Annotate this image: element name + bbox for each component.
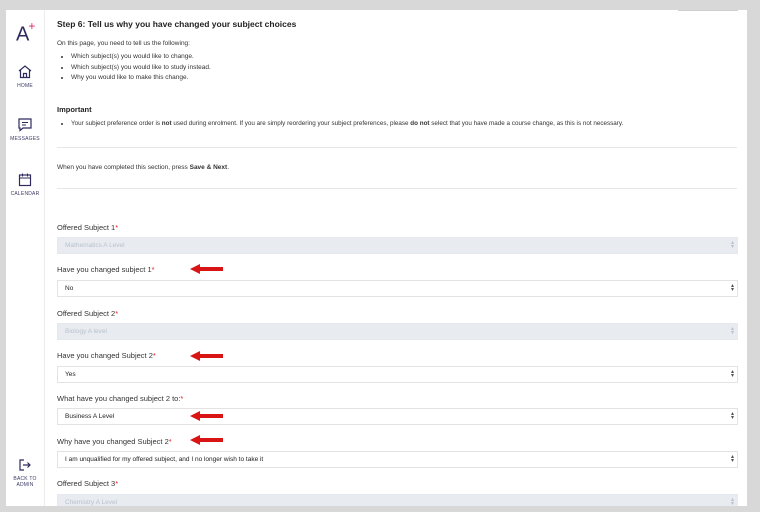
annotation-arrow-icon — [190, 351, 223, 361]
list-item: Which subject(s) you would like to study… — [71, 63, 211, 74]
sidebar-item-messages[interactable]: MESSAGES — [6, 117, 44, 142]
offered-subject-2-label: Offered Subject 2* — [57, 309, 119, 318]
app-logo[interactable]: A+ — [16, 19, 36, 47]
important-heading: Important — [57, 105, 92, 114]
annotation-arrow-icon — [190, 435, 223, 445]
sidebar-item-label: BACK TO ADMIN — [13, 476, 37, 488]
select-caret-icon: ▴ ▾ — [730, 454, 734, 464]
important-note: Your subject preference order is not use… — [71, 120, 623, 127]
offered-subject-1-select: Mathematics A Level ▴ ▾ — [57, 237, 738, 254]
divider — [57, 147, 737, 148]
select-caret-icon: ▴ ▾ — [730, 369, 734, 379]
page-title: Step 6: Tell us why you have changed you… — [57, 19, 297, 29]
requirements-list: Which subject(s) you would like to chang… — [61, 52, 211, 84]
offered-subject-3-select: Chemistry A Level ▴ ▾ — [57, 494, 738, 506]
annotation-arrow-icon — [190, 264, 223, 274]
offered-subject-3-label: Offered Subject 3* — [57, 479, 119, 488]
main-content: Step 6: Tell us why you have changed you… — [56, 10, 746, 506]
new-subject-2-label: What have you changed subject 2 to:* — [57, 394, 184, 403]
sidebar-item-label: CALENDAR — [10, 191, 40, 197]
annotation-arrow-icon — [190, 411, 223, 421]
completion-note: When you have completed this section, pr… — [57, 164, 229, 171]
sidebar-item-label: MESSAGES — [10, 136, 40, 142]
calendar-icon — [18, 173, 32, 187]
sidebar-item-back-to-admin[interactable]: BACK TO ADMIN — [6, 458, 44, 488]
important-list: Your subject preference order is not use… — [61, 120, 623, 127]
intro-text: On this page, you need to tell us the fo… — [57, 40, 190, 47]
changed-subject-1-label: Have you changed subject 1* — [57, 265, 155, 274]
sidebar: A+ HOME MESSAGES CALENDAR BACK TO ADMIN — [6, 10, 45, 506]
logout-icon — [19, 459, 31, 471]
changed-subject-2-select[interactable]: Yes ▴ ▾ — [57, 366, 738, 383]
changed-subject-1-select[interactable]: No ▴ ▾ — [57, 280, 738, 297]
sidebar-item-calendar[interactable]: CALENDAR — [6, 172, 44, 197]
list-item: Why you would like to make this change. — [71, 73, 211, 84]
app-window: A+ HOME MESSAGES CALENDAR BACK TO ADMIN … — [6, 10, 747, 506]
changed-subject-2-label: Have you changed Subject 2* — [57, 351, 156, 360]
divider — [57, 188, 737, 189]
logo-plus: + — [28, 19, 36, 33]
offered-subject-1-label: Offered Subject 1* — [57, 223, 119, 232]
select-caret-icon: ▴ ▾ — [730, 326, 734, 336]
offered-subject-2-select: Biology A level ▴ ▾ — [57, 323, 738, 340]
select-caret-icon: ▴ ▾ — [730, 283, 734, 293]
home-icon — [18, 65, 32, 79]
select-caret-icon: ▴ ▾ — [730, 240, 734, 250]
sidebar-item-label: HOME — [17, 83, 33, 89]
list-item: Which subject(s) you would like to chang… — [71, 52, 211, 63]
select-caret-icon: ▴ ▾ — [730, 497, 734, 506]
reason-subject-2-select[interactable]: I am unqualified for my offered subject,… — [57, 451, 738, 468]
messages-icon — [18, 118, 32, 132]
reason-subject-2-label: Why have you changed Subject 2* — [57, 437, 172, 446]
sidebar-item-home[interactable]: HOME — [6, 64, 44, 89]
new-subject-2-select[interactable]: Business A Level ▴ ▾ — [57, 408, 738, 425]
select-caret-icon: ▴ ▾ — [730, 411, 734, 421]
